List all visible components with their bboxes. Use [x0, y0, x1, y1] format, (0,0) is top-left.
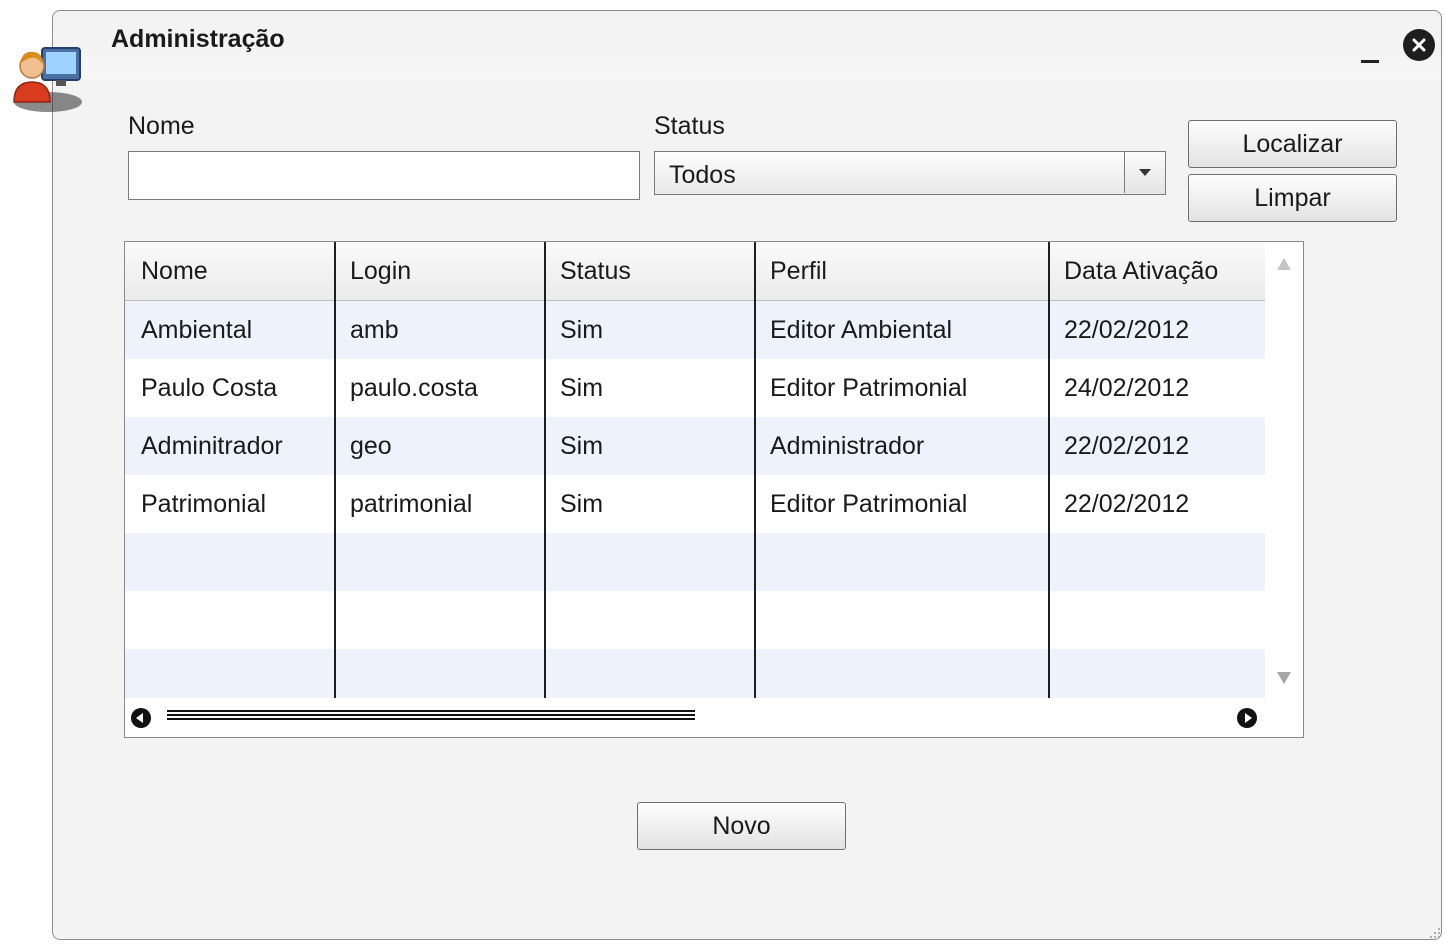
users-table: Nome Login Status Perfil Data Ativação A… [124, 241, 1304, 738]
minimize-icon[interactable] [1359, 33, 1381, 63]
window-title: Administração [111, 25, 285, 53]
column-header-status[interactable]: Status [544, 242, 631, 300]
cell-status: Sim [560, 316, 604, 344]
localizar-button[interactable]: Localizar [1188, 120, 1397, 168]
cell-perfil: Editor Ambiental [770, 316, 953, 344]
table-row[interactable]: Paulo Costa paulo.costa Sim Editor Patri… [125, 359, 1265, 417]
table-row-empty [125, 533, 1265, 591]
cell-perfil: Administrador [770, 432, 925, 460]
table-header: Nome Login Status Perfil Data Ativação [125, 242, 1265, 301]
cell-status: Sim [560, 432, 604, 460]
scroll-left-icon[interactable] [131, 708, 151, 728]
cell-nome: Ambiental [141, 316, 253, 344]
column-header-nome[interactable]: Nome [125, 242, 208, 300]
cell-data-ativacao: 24/02/2012 [1064, 374, 1190, 402]
cell-login: geo [350, 432, 392, 460]
cell-perfil: Editor Patrimonial [770, 490, 968, 518]
limpar-button[interactable]: Limpar [1188, 174, 1397, 222]
column-header-perfil[interactable]: Perfil [754, 242, 827, 300]
table-row[interactable]: Patrimonial patrimonial Sim Editor Patri… [125, 475, 1265, 533]
horizontal-scroll-thumb[interactable] [167, 710, 695, 720]
cell-data-ativacao: 22/02/2012 [1064, 432, 1190, 460]
cell-status: Sim [560, 374, 604, 402]
cell-data-ativacao: 22/02/2012 [1064, 490, 1190, 518]
column-divider [544, 242, 546, 698]
table-row[interactable]: Ambiental amb Sim Editor Ambiental 22/02… [125, 301, 1265, 359]
cell-nome: Adminitrador [141, 432, 283, 460]
cell-nome: Patrimonial [141, 490, 267, 518]
chevron-down-icon[interactable] [1124, 152, 1165, 193]
column-divider [1048, 242, 1050, 698]
nome-label: Nome [128, 112, 195, 140]
cell-login: patrimonial [350, 490, 473, 518]
scroll-right-icon[interactable] [1237, 708, 1257, 728]
table-row[interactable]: Adminitrador geo Sim Administrador 22/02… [125, 417, 1265, 475]
scroll-up-icon[interactable] [1277, 258, 1291, 270]
table-row-empty [125, 649, 1265, 698]
user-admin-icon [6, 40, 86, 120]
vertical-scrollbar[interactable] [1265, 242, 1303, 698]
status-label: Status [654, 112, 725, 140]
resize-grip-icon[interactable] [1427, 925, 1441, 939]
nome-input[interactable] [128, 151, 640, 200]
cell-status: Sim [560, 490, 604, 518]
status-select-value: Todos [669, 161, 736, 189]
cell-nome: Paulo Costa [141, 374, 278, 402]
column-divider [334, 242, 336, 698]
column-divider [754, 242, 756, 698]
novo-button[interactable]: Novo [637, 802, 846, 850]
cell-login: paulo.costa [350, 374, 478, 402]
column-header-login[interactable]: Login [334, 242, 411, 300]
column-header-data-ativacao[interactable]: Data Ativação [1048, 242, 1218, 300]
table-row-empty [125, 591, 1265, 649]
horizontal-scrollbar[interactable] [125, 698, 1265, 737]
cell-data-ativacao: 22/02/2012 [1064, 316, 1190, 344]
scroll-down-icon[interactable] [1277, 672, 1291, 684]
title-bar[interactable]: Administração [53, 11, 1441, 81]
close-icon[interactable] [1403, 29, 1435, 61]
cell-perfil: Editor Patrimonial [770, 374, 968, 402]
status-select[interactable]: Todos [654, 151, 1166, 195]
cell-login: amb [350, 316, 399, 344]
